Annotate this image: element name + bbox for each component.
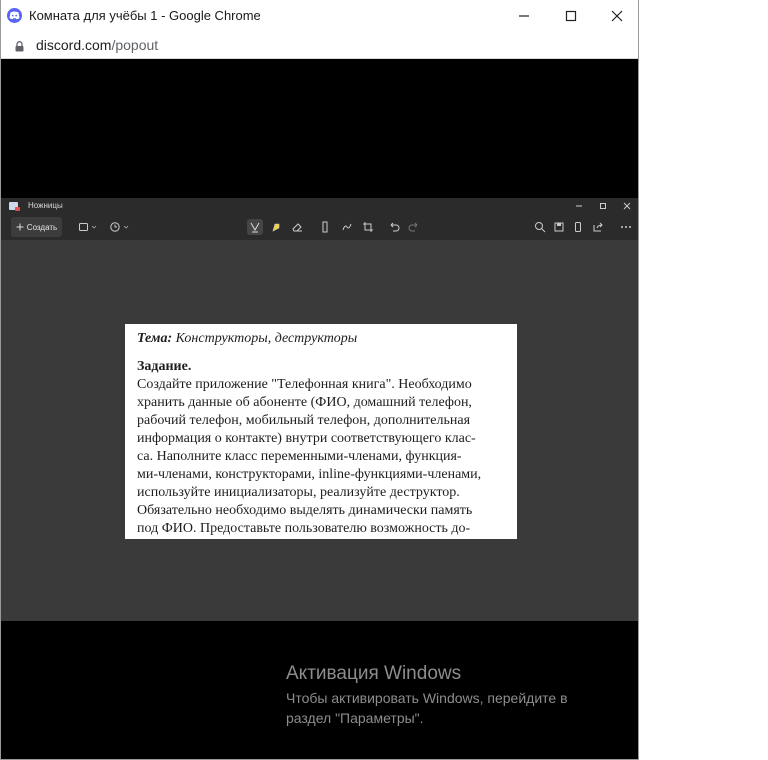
task-heading: Задание.: [137, 359, 192, 374]
ruler-icon[interactable]: [317, 219, 333, 235]
screenshot-document: Тема: Конструкторы, деструкторы Задание.…: [125, 324, 517, 539]
task-line: под ФИО. Предоставьте пользователю возмо…: [137, 521, 471, 536]
new-snip-label: Создать: [26, 222, 58, 232]
rectangle-mode-icon[interactable]: [78, 219, 100, 235]
task-line: рабочий телефон, мобильный телефон, допо…: [137, 413, 471, 428]
task-line: используйте инициализаторы, реализуйте д…: [137, 485, 460, 500]
topic-text: Конструкторы, деструкторы: [175, 331, 358, 346]
task-line: Создайте приложение "Телефонная книга". …: [137, 377, 472, 392]
discord-icon: [7, 8, 22, 23]
snip-minimize-button[interactable]: [567, 198, 591, 214]
save-icon[interactable]: [551, 219, 567, 235]
snipping-tool-window: Ножницы Создать Тема: Конструкторы, дест…: [1, 198, 638, 621]
url-path: /popout: [111, 37, 159, 53]
lock-icon: [15, 39, 24, 57]
windows-activation-watermark: Активация Windows Чтобы активировать Win…: [286, 662, 606, 728]
window-title: Комната для учёбы 1 - Google Chrome: [29, 8, 261, 23]
undo-icon[interactable]: [386, 219, 402, 235]
snip-close-button[interactable]: [615, 198, 638, 214]
copy-icon[interactable]: [570, 219, 586, 235]
new-snip-button[interactable]: Создать: [11, 217, 62, 237]
address-bar[interactable]: discord.com/popout: [1, 31, 638, 59]
activation-text: Чтобы активировать Windows, перейдите в …: [286, 690, 568, 726]
task-line: са. Наполните класс переменными-членами,…: [137, 449, 462, 464]
touch-writing-icon[interactable]: [339, 219, 355, 235]
url-text[interactable]: discord.com/popout: [36, 37, 158, 53]
highlighter-icon[interactable]: [268, 219, 284, 235]
activation-title: Активация Windows: [286, 663, 462, 684]
snip-maximize-button[interactable]: [591, 198, 615, 214]
snipping-toolbar: Создать: [1, 214, 638, 240]
task-line: хранить данные об абоненте (ФИО, домашни…: [137, 395, 472, 410]
snipping-tool-title: Ножницы: [28, 201, 63, 210]
minimize-button[interactable]: [501, 0, 547, 31]
eraser-icon[interactable]: [289, 219, 305, 235]
task-line: ми-членами, конструкторами, inline-функц…: [137, 467, 482, 482]
document-topic: Тема: Конструкторы, деструкторы: [137, 331, 357, 347]
crop-icon[interactable]: [360, 219, 376, 235]
task-line: информация о контакте) внутри соответств…: [137, 431, 476, 446]
redo-icon[interactable]: [406, 219, 422, 235]
share-icon[interactable]: [590, 219, 606, 235]
chrome-window: Комната для учёбы 1 - Google Chrome disc…: [0, 0, 639, 760]
snipping-tool-app-icon: [9, 202, 20, 211]
plus-icon: [16, 223, 24, 231]
zoom-icon[interactable]: [532, 219, 548, 235]
maximize-button[interactable]: [548, 0, 594, 31]
title-bar: Комната для учёбы 1 - Google Chrome: [1, 0, 638, 31]
url-domain: discord.com: [36, 37, 112, 53]
ballpoint-pen-icon[interactable]: [247, 219, 263, 235]
more-icon[interactable]: [618, 219, 634, 235]
timer-icon[interactable]: [109, 219, 131, 235]
snipping-tool-title-bar: Ножницы: [1, 198, 638, 214]
task-line: Обязательно необходимо выделять динамиче…: [137, 503, 473, 518]
close-button[interactable]: [594, 0, 638, 31]
topic-label: Тема:: [137, 331, 173, 346]
